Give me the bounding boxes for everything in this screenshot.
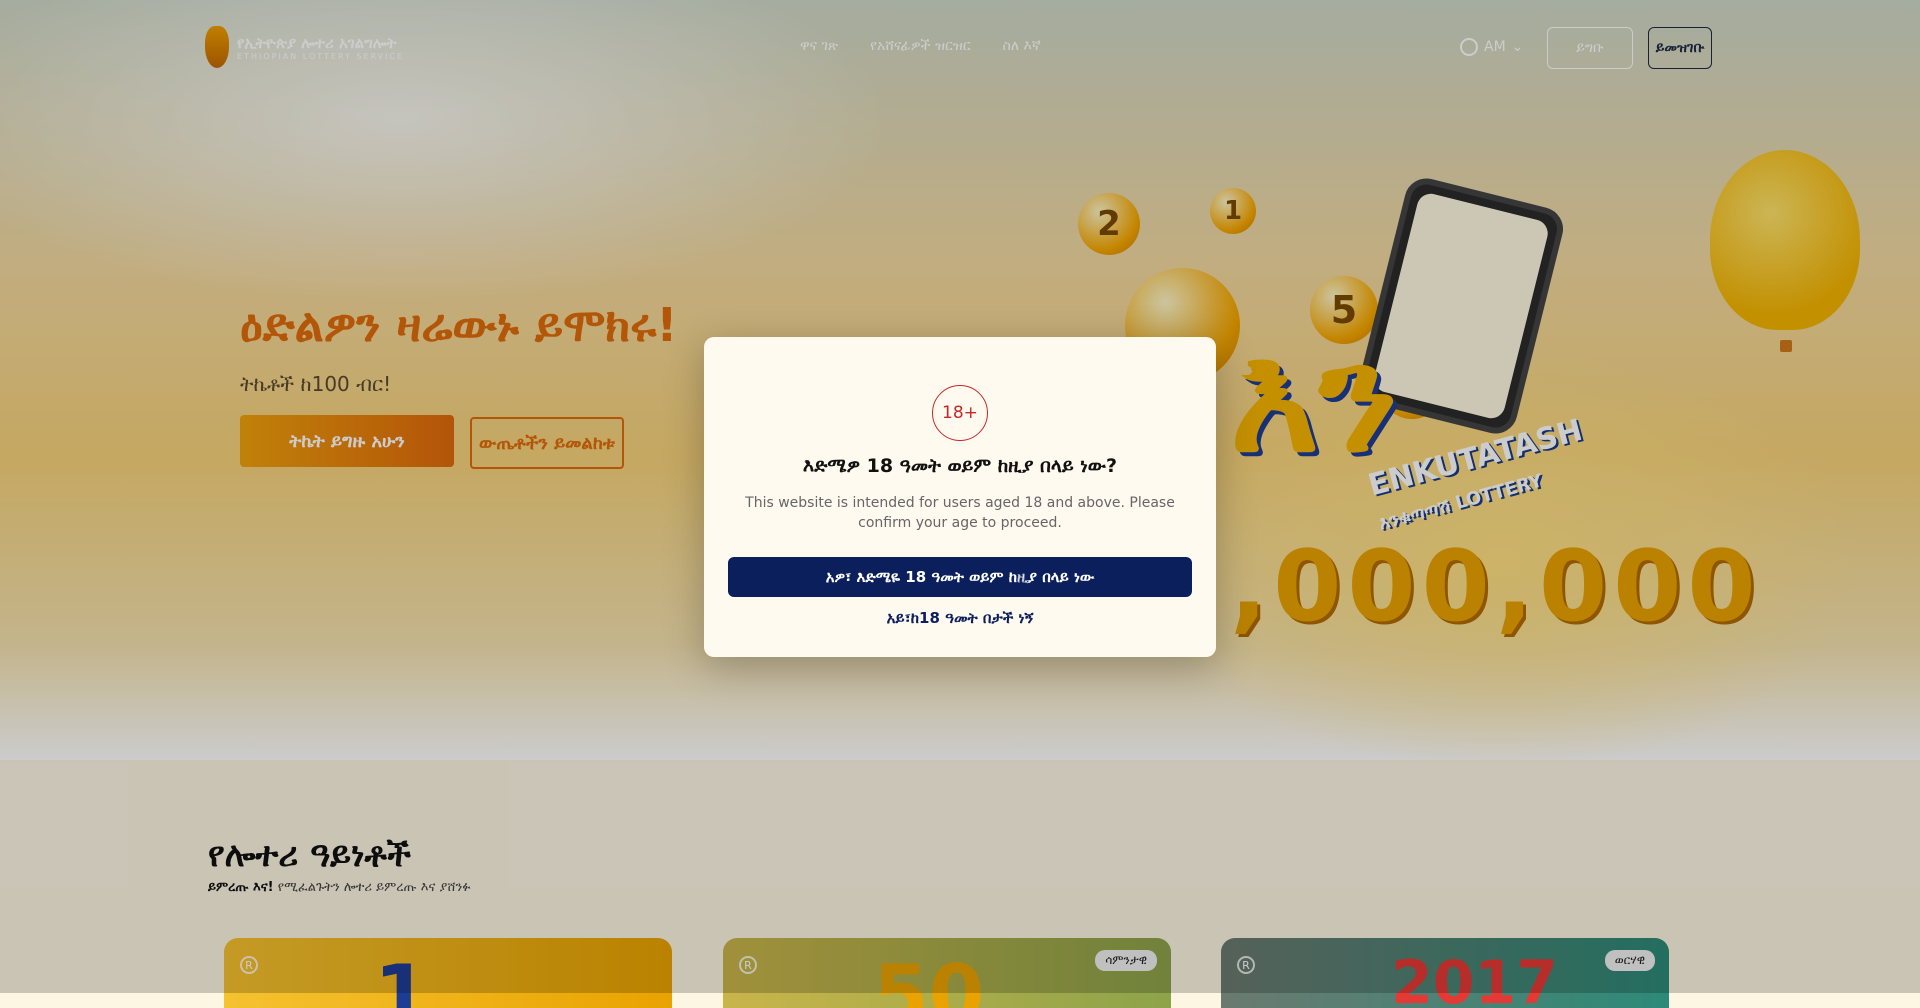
dialog-description: This website is intended for users aged …	[745, 495, 1175, 531]
age-18-plus-icon: 18+	[932, 385, 988, 441]
confirm-age-button[interactable]: አዎ፣ እድሜዬ 18 ዓመት ወይም ከዚያ በላይ ነው	[728, 557, 1192, 597]
deny-age-link[interactable]: አይ፣ከ18 ዓመት በታች ነኝ	[704, 609, 1216, 627]
age-verification-dialog: 18+ እድሜዎ 18 ዓመት ወይም ከዚያ በላይ ነው? This web…	[704, 337, 1216, 657]
dialog-title: እድሜዎ 18 ዓመት ወይም ከዚያ በላይ ነው?	[802, 455, 1118, 477]
